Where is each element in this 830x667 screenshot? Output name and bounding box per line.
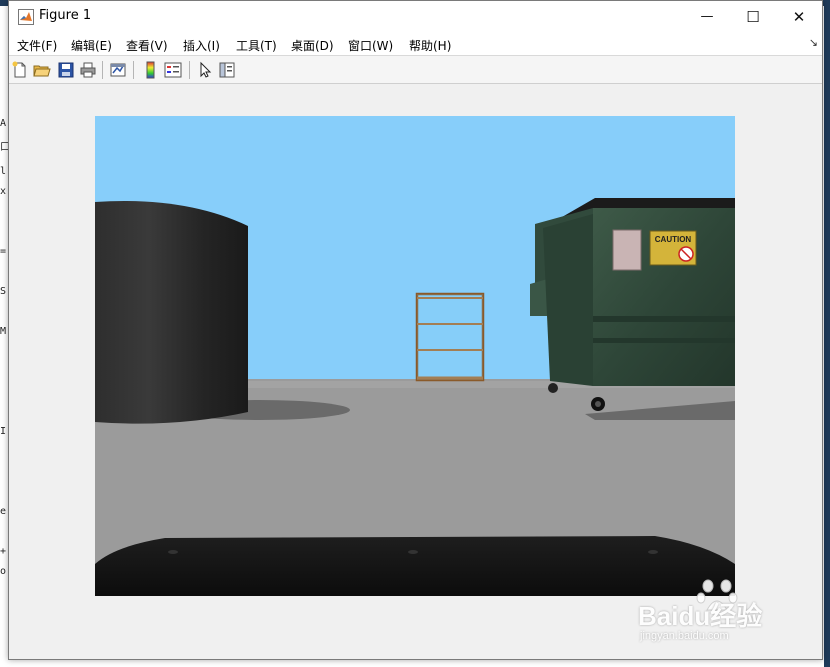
menu-help[interactable]: 帮助(H) — [409, 37, 451, 54]
background-char: = — [0, 246, 7, 257]
minimize-button[interactable]: — — [684, 1, 730, 32]
minimize-icon: — — [700, 9, 714, 24]
menu-view[interactable]: 查看(V) — [126, 37, 168, 54]
toolbar-separator — [102, 61, 103, 79]
legend-icon[interactable] — [164, 61, 182, 79]
menu-file[interactable]: 文件(F) — [17, 37, 57, 54]
background-char: S — [0, 286, 7, 297]
toolbar-separator — [133, 61, 134, 79]
menu-bar: 文件(F) 编辑(E) 查看(V) 插入(I) 工具(T) 桌面(D) 窗口(W… — [9, 32, 822, 56]
watermark-brand: Baidu经验 — [638, 601, 763, 631]
background-char: e — [0, 506, 7, 517]
window-title: Figure 1 — [39, 8, 92, 23]
save-icon[interactable] — [57, 61, 75, 79]
background-window-edge — [824, 0, 830, 667]
menu-insert[interactable]: 插入(I) — [183, 37, 220, 54]
menu-tools[interactable]: 工具(T) — [236, 37, 277, 54]
toolbar-separator — [189, 61, 190, 79]
colorbar-icon[interactable] — [142, 61, 160, 79]
wooden-shelf — [415, 292, 485, 382]
baidu-watermark: Baidu经验 jingyan.baidu.com — [638, 578, 788, 648]
watermark-url: jingyan.baidu.com — [640, 630, 729, 642]
close-button[interactable]: ✕ — [776, 1, 822, 32]
dumpster-caution-sign: CAUTION — [655, 235, 692, 244]
maximize-button[interactable]: ☐ — [730, 1, 776, 32]
menu-window[interactable]: 窗口(W) — [348, 37, 393, 54]
pointer-icon[interactable] — [197, 61, 215, 79]
black-cylinder — [95, 201, 248, 424]
camera-scene-image: CAUTION — [95, 116, 735, 596]
menu-desktop[interactable]: 桌面(D) — [291, 37, 334, 54]
property-editor-icon[interactable] — [218, 61, 236, 79]
maximize-icon: ☐ — [746, 7, 760, 26]
figure-window: Figure 1 — ☐ ✕ 文件(F) 编辑(E) 查看(V) 插入(I) 工… — [8, 0, 823, 660]
matlab-logo-icon — [18, 9, 34, 25]
title-bar[interactable]: Figure 1 — ☐ ✕ — [9, 1, 822, 32]
figure-toolbar — [9, 56, 822, 84]
print-icon[interactable] — [79, 61, 97, 79]
dumpster: CAUTION — [530, 198, 735, 411]
dock-arrow-icon[interactable]: ↘ — [809, 36, 818, 49]
background-char: x — [0, 186, 7, 197]
close-icon: ✕ — [792, 7, 806, 26]
background-char: o — [0, 566, 7, 577]
link-plot-icon[interactable] — [109, 61, 127, 79]
menu-edit[interactable]: 编辑(E) — [71, 37, 112, 54]
background-char: A — [0, 118, 7, 129]
new-figure-icon[interactable] — [11, 61, 29, 79]
background-char: M — [0, 326, 7, 337]
background-char: + — [0, 546, 7, 557]
open-file-icon[interactable] — [33, 61, 51, 79]
background-char: l — [0, 166, 7, 177]
figure-canvas[interactable]: CAUTION — [9, 85, 822, 659]
background-char: I — [0, 426, 7, 437]
